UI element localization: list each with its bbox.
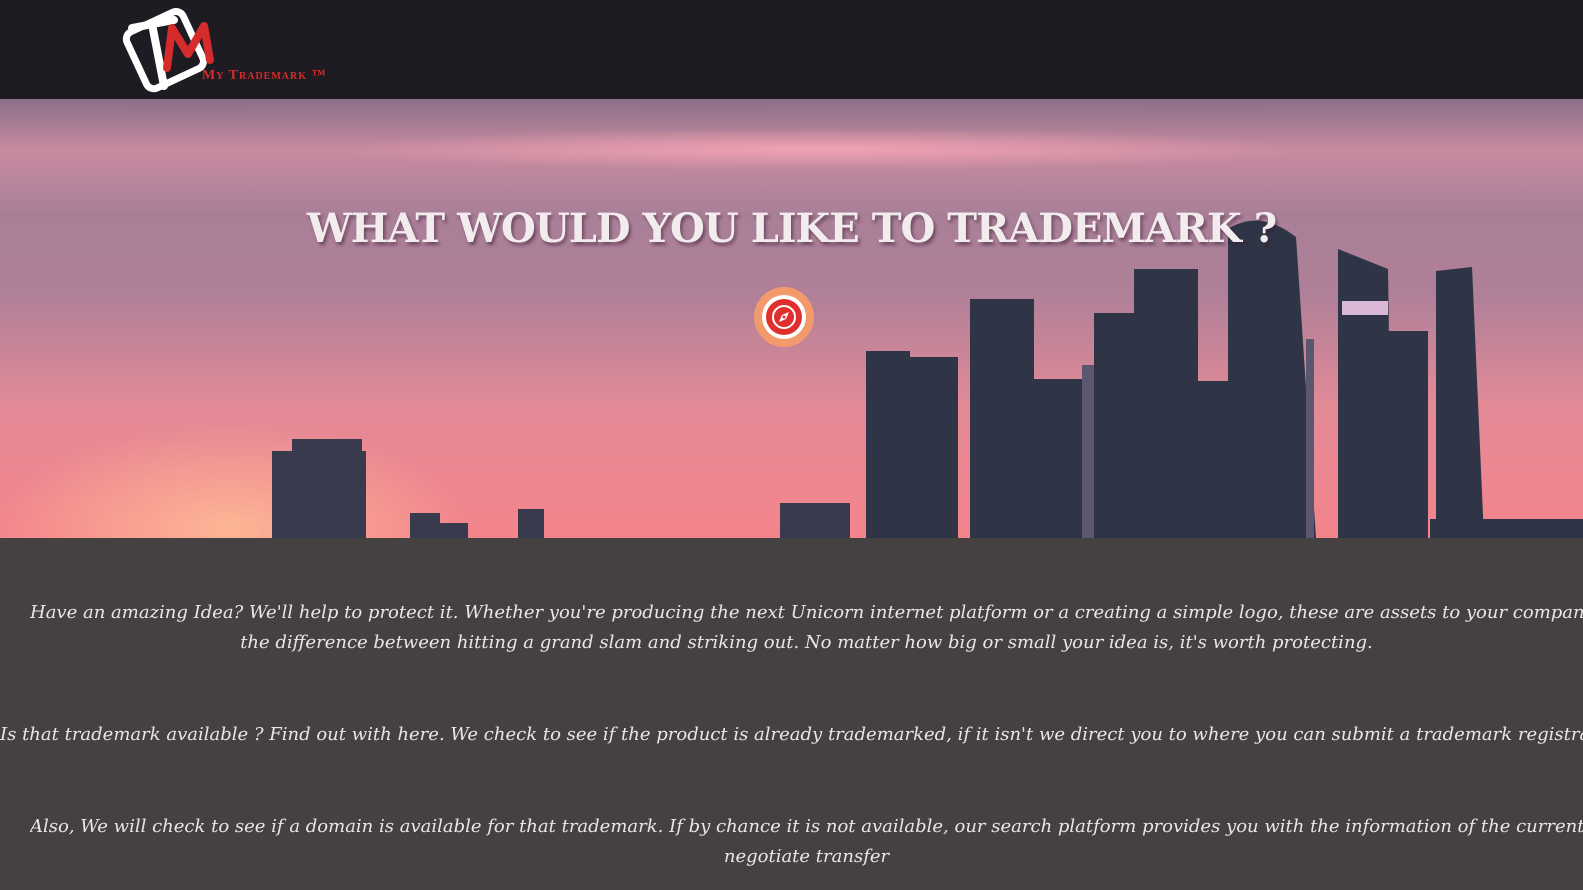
intro-paragraph-line-2: the difference between hitting a grand s… <box>240 632 1373 653</box>
domain-paragraph-line-1: Also, We will check to see if a domain i… <box>30 816 1583 837</box>
availability-paragraph: Is that trademark available ? Find out w… <box>0 720 1583 750</box>
compass-icon <box>772 305 796 329</box>
intro-paragraph-line-1: Have an amazing Idea? We'll help to prot… <box>30 602 1583 623</box>
availability-paragraph-text: Is that trademark available ? Find out w… <box>0 724 1583 745</box>
tm-logo-icon <box>122 8 214 93</box>
hero-banner: WHAT WOULD YOU LIKE TO TRADEMARK ? <box>0 99 1583 538</box>
explore-button[interactable] <box>754 287 814 347</box>
top-navigation-bar: My Trademark ™ <box>0 0 1583 99</box>
hero-title: WHAT WOULD YOU LIKE TO TRADEMARK ? <box>306 205 1277 252</box>
brand-logo-text: My Trademark ™ <box>202 68 327 83</box>
domain-paragraph-line-2: negotiate transfer <box>723 846 890 867</box>
intro-paragraph: Have an amazing Idea? We'll help to prot… <box>30 598 1583 658</box>
domain-paragraph: Also, We will check to see if a domain i… <box>30 812 1583 872</box>
brand-logo-link[interactable]: My Trademark ™ <box>112 0 372 99</box>
